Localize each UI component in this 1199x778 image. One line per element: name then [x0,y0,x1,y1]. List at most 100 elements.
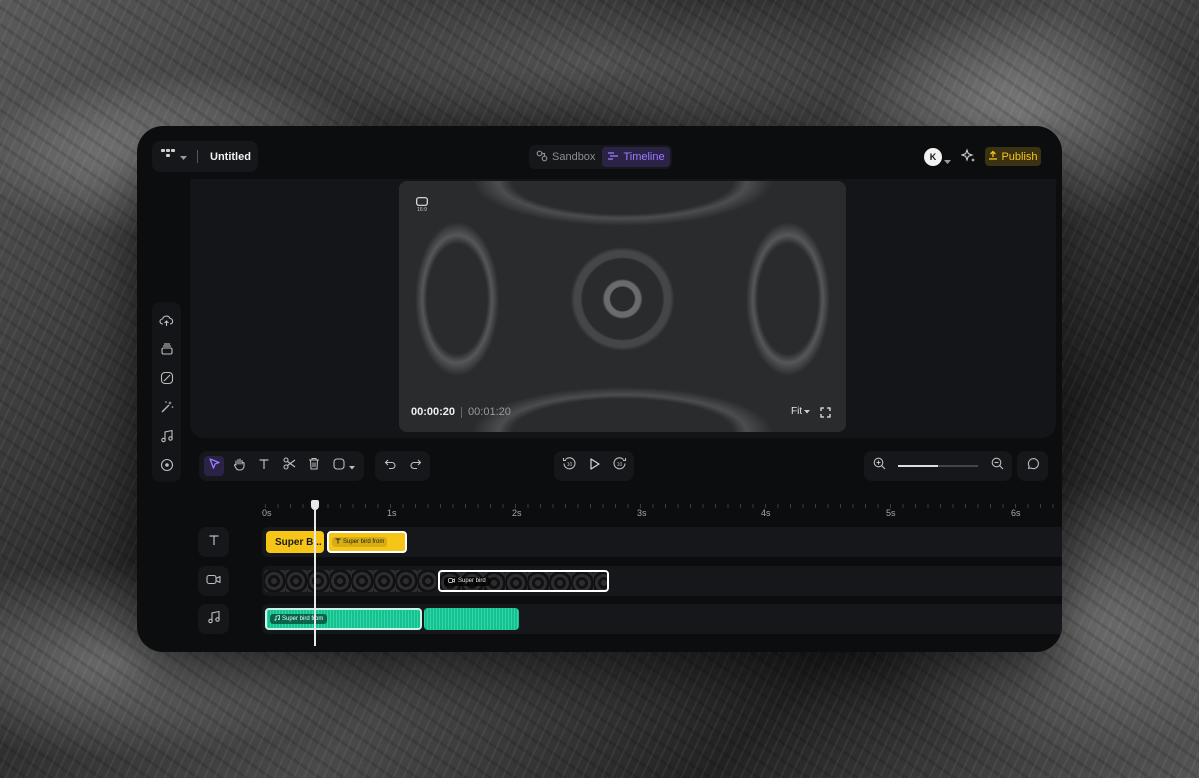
aspect-ratio-badge[interactable]: 16:9 [416,197,428,213]
upload-cloud-icon[interactable] [158,311,176,329]
current-time: 00:00:20 [411,406,456,418]
publish-button[interactable]: Publish [985,147,1041,166]
forward-10-icon: 10 [612,456,627,476]
text-clip-tag: Super bird from [332,537,388,547]
fullscreen-icon[interactable] [820,405,831,423]
chevron-down-icon [349,457,355,475]
text-clip-tag-label: Super bird from [343,539,385,545]
square-icon [333,457,345,475]
video-camera-icon [206,572,221,590]
rewind-10-icon: 10 [562,456,577,476]
audio-track[interactable]: Super bird from [262,604,1062,634]
text-track-header[interactable] [198,527,229,557]
tab-sandbox-label: Sandbox [552,151,596,163]
video-clip-selected[interactable]: Super bird [438,570,609,592]
zoom-controls [864,451,1012,481]
text-track[interactable]: Super B... Super bird from [262,527,1062,557]
scissors-icon [282,457,296,475]
zoom-slider[interactable] [898,465,978,467]
zoom-out-button[interactable] [987,456,1007,476]
playback-controls: 10 10 [554,451,634,481]
audio-clip-tag-label: Super bird from [282,616,324,622]
project-menu[interactable]: Untitled [152,141,258,172]
ruler-tick-label: 2s [512,508,522,518]
music-icon[interactable] [158,427,176,445]
ruler-tick-label: 4s [761,508,771,518]
comment-button[interactable] [1017,451,1048,481]
logo-icon [160,147,176,166]
layers-icon[interactable] [158,340,176,358]
avatar[interactable]: K [924,148,942,166]
zoom-in-icon [873,457,886,475]
record-icon[interactable] [158,456,176,474]
divider [461,406,463,418]
audio-clip-selected[interactable]: Super bird from [265,608,422,630]
magic-wand-icon[interactable] [158,398,176,416]
video-clip-tag-label: Super bird [458,578,486,584]
forward-10-button[interactable]: 10 [609,456,629,476]
comment-icon [1026,457,1040,476]
tab-sandbox[interactable]: Sandbox [531,147,600,167]
playhead-handle[interactable] [311,500,319,510]
rewind-10-button[interactable]: 10 [559,456,579,476]
select-tool-button[interactable] [204,456,224,476]
audio-track-header[interactable] [198,604,229,634]
text-tool-button[interactable] [254,456,274,476]
total-time: 00:01:20 [468,406,511,418]
shape-icon[interactable] [158,369,176,387]
zoom-slider-fill [898,465,938,467]
shape-dropdown-button[interactable] [329,456,359,476]
video-preview[interactable]: 16:9 00:00:20 00:01:20 Fit [399,181,846,432]
edit-tools [199,451,364,481]
timeline-ruler[interactable]: 0s 1s 2s 3s 4s 5s 6s [262,504,1062,520]
text-icon [258,457,270,475]
trash-icon [308,457,320,475]
timeline-icon [607,151,619,164]
video-track[interactable]: Super bird [262,566,1062,596]
delete-button[interactable] [304,456,324,476]
audio-clip[interactable] [424,608,519,630]
music-icon [274,615,280,623]
chevron-down-icon [804,406,811,417]
text-clip-selected[interactable]: Super bird from [327,531,407,553]
redo-icon [409,457,422,475]
mode-switcher: Sandbox Timeline [529,145,672,169]
video-clip[interactable] [264,570,436,592]
upload-icon [988,150,998,163]
undo-button[interactable] [380,456,400,476]
ruler-tick-label: 6s [1011,508,1021,518]
video-track-header[interactable] [198,566,229,596]
hand-icon [233,457,246,476]
publish-label: Publish [1001,150,1038,163]
ruler-tick-label: 0s [262,508,272,518]
hand-tool-button[interactable] [229,456,249,476]
svg-text:10: 10 [616,462,622,468]
timecode: 00:00:20 00:01:20 [411,406,511,418]
chevron-down-icon [180,148,187,166]
sandbox-icon [536,150,548,165]
fit-label: Fit [791,406,803,417]
text-icon [335,538,341,546]
chevron-down-icon[interactable] [944,152,951,170]
split-tool-button[interactable] [279,456,299,476]
redo-button[interactable] [405,456,425,476]
video-clip-tag: Super bird [444,576,490,586]
ruler-tick-label: 3s [637,508,647,518]
sparkle-icon[interactable] [960,148,977,169]
tab-timeline-label: Timeline [623,151,665,163]
ruler-tick-label: 5s [886,508,896,518]
tab-timeline[interactable]: Timeline [602,147,670,167]
cursor-icon [208,457,221,475]
editor-window: Untitled Sandbox Timeline K Publish 16:9… [137,126,1062,652]
divider [197,150,198,163]
side-toolbar [152,302,181,482]
play-button[interactable] [584,456,604,476]
video-camera-icon [448,577,455,585]
zoom-in-button[interactable] [869,456,889,476]
project-title[interactable]: Untitled [210,151,251,163]
playhead-line[interactable] [314,500,316,646]
fit-dropdown[interactable]: Fit [791,406,811,417]
history-tools [375,451,430,481]
zoom-out-icon [991,457,1004,475]
text-icon [208,533,220,551]
